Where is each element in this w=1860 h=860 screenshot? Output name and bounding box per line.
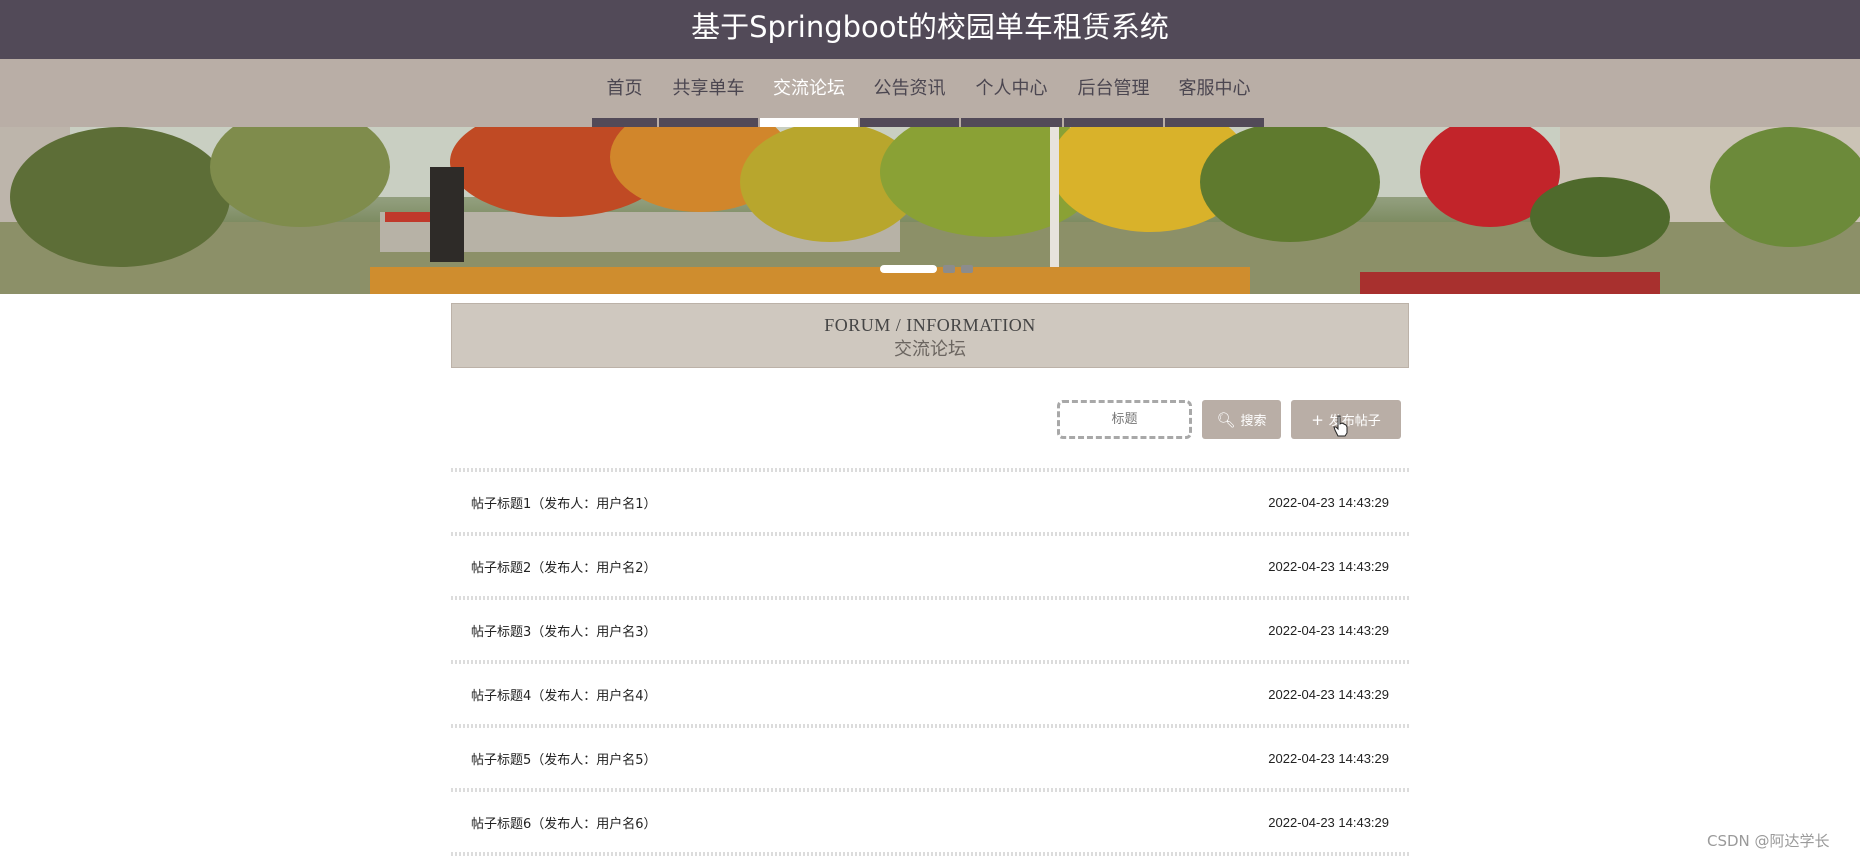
divider xyxy=(451,852,1409,856)
nav-item-admin[interactable]: 后台管理 xyxy=(1064,59,1163,127)
nav-item-label: 公告资讯 xyxy=(873,78,946,99)
carousel-indicators xyxy=(880,265,973,273)
nav-item-label: 交流论坛 xyxy=(773,78,845,99)
forum-post-list: 帖子标题1（发布人：用户名1） 2022-04-23 14:43:29 帖子标题2… xyxy=(451,468,1409,856)
banner-carousel[interactable] xyxy=(0,127,1860,294)
nav-item-forum[interactable]: 交流论坛 xyxy=(760,59,858,127)
forum-post-row[interactable]: 帖子标题2（发布人：用户名2） 2022-04-23 14:43:29 xyxy=(451,536,1409,596)
watermark: CSDN @阿达学长 xyxy=(1707,832,1830,850)
title-search-input[interactable] xyxy=(1057,400,1192,439)
nav-item-label: 后台管理 xyxy=(1077,78,1150,99)
section-title-cn: 交流论坛 xyxy=(894,339,966,360)
carousel-dot-3[interactable] xyxy=(961,265,973,273)
section-header: FORUM / INFORMATION 交流论坛 xyxy=(451,303,1409,368)
search-button[interactable]: 🔍︎ 搜索 xyxy=(1202,400,1281,439)
post-title[interactable]: 帖子标题1（发布人：用户名1） xyxy=(471,493,657,512)
post-title[interactable]: 帖子标题3（发布人：用户名3） xyxy=(471,621,657,640)
post-time: 2022-04-23 14:43:29 xyxy=(1268,686,1389,702)
plus-icon: + xyxy=(1311,410,1324,429)
forum-post-row[interactable]: 帖子标题1（发布人：用户名1） 2022-04-23 14:43:29 xyxy=(451,472,1409,532)
post-time: 2022-04-23 14:43:29 xyxy=(1268,814,1389,830)
nav-item-service[interactable]: 客服中心 xyxy=(1165,59,1264,127)
forum-post-row[interactable]: 帖子标题5（发布人：用户名5） 2022-04-23 14:43:29 xyxy=(451,728,1409,788)
post-time: 2022-04-23 14:43:29 xyxy=(1268,622,1389,638)
post-title[interactable]: 帖子标题5（发布人：用户名5） xyxy=(471,749,657,768)
search-icon: 🔍︎ xyxy=(1216,410,1236,429)
search-button-label: 搜索 xyxy=(1240,414,1267,429)
post-title[interactable]: 帖子标题6（发布人：用户名6） xyxy=(471,813,657,832)
nav-item-bikes[interactable]: 共享单车 xyxy=(659,59,758,127)
nav-item-home[interactable]: 首页 xyxy=(592,59,657,127)
post-title[interactable]: 帖子标题2（发布人：用户名2） xyxy=(471,557,657,576)
main-nav: 首页 共享单车 交流论坛 公告资讯 个人中心 后台管理 客服中心 xyxy=(0,59,1860,127)
carousel-dot-2[interactable] xyxy=(943,265,955,273)
post-time: 2022-04-23 14:43:29 xyxy=(1268,750,1389,766)
forum-post-row[interactable]: 帖子标题6（发布人：用户名6） 2022-04-23 14:43:29 xyxy=(451,792,1409,852)
post-title[interactable]: 帖子标题4（发布人：用户名4） xyxy=(471,685,657,704)
forum-post-row[interactable]: 帖子标题4（发布人：用户名4） 2022-04-23 14:43:29 xyxy=(451,664,1409,724)
section-title-en: FORUM / INFORMATION xyxy=(824,315,1036,335)
site-header: 基于Springboot的校园单车租赁系统 xyxy=(0,0,1860,59)
nav-item-label: 首页 xyxy=(606,78,643,99)
site-title: 基于Springboot的校园单车租赁系统 xyxy=(691,10,1169,44)
nav-item-label: 个人中心 xyxy=(975,78,1048,99)
nav-item-label: 客服中心 xyxy=(1178,78,1251,99)
hand-cursor-icon xyxy=(1333,415,1348,437)
carousel-dot-1[interactable] xyxy=(880,265,937,273)
nav-item-profile[interactable]: 个人中心 xyxy=(961,59,1062,127)
nav-item-label: 共享单车 xyxy=(672,78,745,99)
post-time: 2022-04-23 14:43:29 xyxy=(1268,494,1389,510)
forum-post-row[interactable]: 帖子标题3（发布人：用户名3） 2022-04-23 14:43:29 xyxy=(451,600,1409,660)
nav-item-news[interactable]: 公告资讯 xyxy=(860,59,959,127)
post-time: 2022-04-23 14:43:29 xyxy=(1268,558,1389,574)
